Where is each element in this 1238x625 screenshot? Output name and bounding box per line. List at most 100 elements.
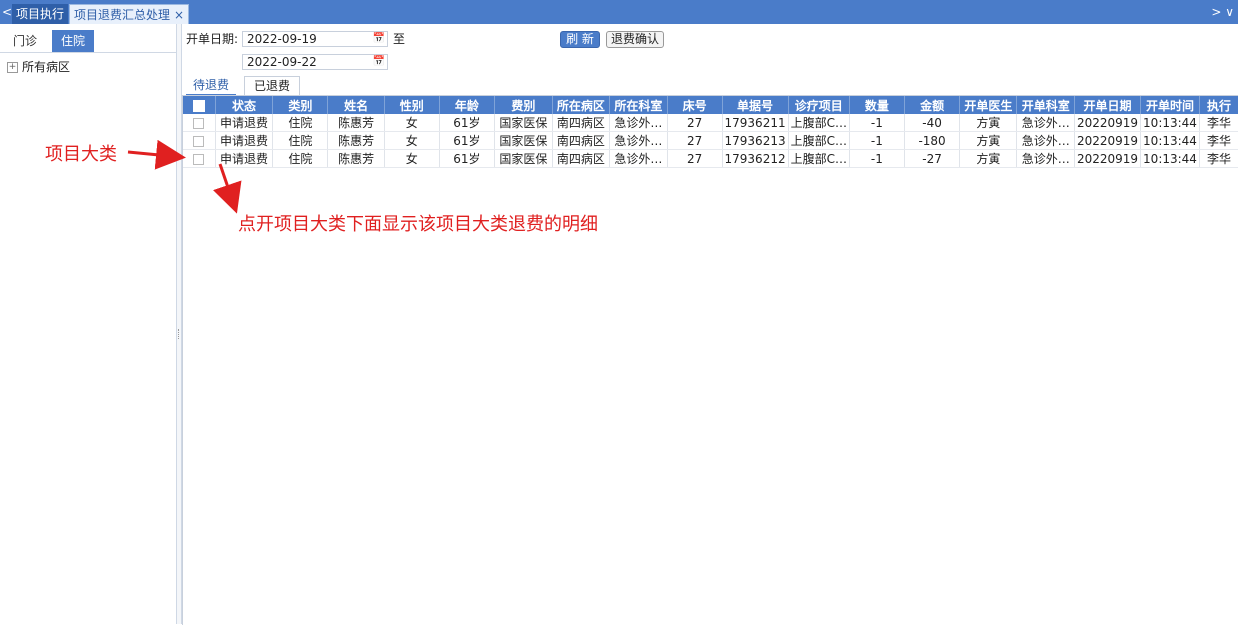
tab-scroll-right-icon[interactable]: > ∨ [1211, 4, 1234, 20]
table-cell: 住院 [272, 114, 329, 132]
close-icon[interactable]: × [174, 5, 184, 25]
table-cell: 住院 [272, 149, 329, 168]
table-cell: 20220919 [1074, 114, 1142, 132]
table-cell: 李华 [1199, 114, 1238, 132]
calendar-icon[interactable]: 📅 [373, 55, 385, 69]
segment-outpatient[interactable]: 门诊 [4, 30, 46, 52]
column-header[interactable]: 状态 [215, 96, 274, 114]
table-cell: 申请退费 [215, 131, 274, 150]
column-header[interactable]: 所在科室 [609, 96, 668, 114]
table-cell: 南四病区 [552, 149, 611, 168]
refund-table: 状态 类别 姓名 性别 年龄 费别 所在病区 所在科室 床号 单据号 诊疗项目 … [183, 96, 1238, 168]
refund-confirm-button[interactable]: 退费确认 [606, 31, 664, 48]
table-cell: 上腹部C… [788, 131, 850, 150]
table-cell: 20220919 [1074, 131, 1142, 150]
tab-project-execution[interactable]: 项目执行 [12, 4, 68, 24]
column-header[interactable]: 姓名 [327, 96, 385, 114]
table-cell: 27 [667, 131, 723, 150]
table-cell: -1 [849, 131, 905, 150]
table-cell: 陈惠芳 [327, 131, 385, 150]
column-header[interactable]: 年龄 [439, 96, 496, 114]
refund-grid: 状态 类别 姓名 性别 年龄 费别 所在病区 所在科室 床号 单据号 诊疗项目 … [182, 95, 1238, 625]
table-cell: 27 [667, 114, 723, 132]
column-header[interactable]: 开单医生 [959, 96, 1018, 114]
column-header[interactable]: 开单时间 [1140, 96, 1200, 114]
to-label: 至 [393, 32, 406, 46]
table-cell: 国家医保 [494, 114, 553, 132]
column-header[interactable]: 费别 [494, 96, 553, 114]
row-select-cell[interactable] [183, 131, 216, 150]
column-header[interactable]: 诊疗项目 [788, 96, 850, 114]
expand-icon[interactable]: + [7, 62, 18, 73]
row-checkbox[interactable] [193, 153, 205, 165]
table-cell: 女 [384, 131, 440, 150]
table-cell: 10:13:44 [1140, 114, 1200, 132]
refresh-button[interactable]: 刷 新 [560, 31, 600, 48]
select-all-header[interactable] [183, 96, 216, 114]
select-all-checkbox[interactable] [192, 99, 205, 112]
row-select-cell[interactable] [183, 149, 216, 168]
divider [0, 52, 176, 53]
calendar-icon[interactable]: 📅 [373, 32, 385, 46]
table-header-row: 状态 类别 姓名 性别 年龄 费别 所在病区 所在科室 床号 单据号 诊疗项目 … [183, 96, 1238, 114]
table-cell: 17936213 [722, 131, 789, 150]
left-panel: 门诊 住院 + 所有病区 [0, 24, 177, 624]
table-cell: 27 [667, 149, 723, 168]
table-cell: 李华 [1199, 149, 1238, 168]
column-header[interactable]: 类别 [272, 96, 329, 114]
table-cell: 方寅 [959, 131, 1018, 150]
tab-refunded[interactable]: 已退费 [244, 76, 300, 95]
column-header[interactable]: 床号 [667, 96, 723, 114]
table-cell: 南四病区 [552, 114, 611, 132]
column-header[interactable]: 开单日期 [1074, 96, 1142, 114]
row-checkbox[interactable] [193, 135, 205, 147]
table-cell: 李华 [1199, 131, 1238, 150]
column-header[interactable]: 性别 [384, 96, 440, 114]
table-cell: 20220919 [1074, 149, 1142, 168]
table-cell: 方寅 [959, 114, 1018, 132]
column-header[interactable]: 开单科室 [1016, 96, 1075, 114]
tree-root-label[interactable]: 所有病区 [22, 60, 70, 74]
start-date-value: 2022-09-19 [247, 32, 317, 46]
table-cell: 上腹部C… [788, 149, 850, 168]
row-select-cell[interactable] [183, 114, 216, 132]
table-cell: 急诊外… [609, 114, 668, 132]
table-cell: 17936212 [722, 149, 789, 168]
table-cell: 急诊外… [609, 149, 668, 168]
tab-refund-summary[interactable]: 项目退费汇总处理 × [69, 4, 189, 24]
grip-icon [178, 329, 181, 339]
column-header[interactable]: 单据号 [722, 96, 789, 114]
ward-tree: + 所有病区 [7, 60, 70, 74]
tab-label: 项目退费汇总处理 [74, 8, 171, 22]
table-cell: -1 [849, 114, 905, 132]
table-cell: -27 [904, 149, 961, 168]
end-date-field[interactable]: 2022-09-22 📅 [242, 54, 388, 70]
column-header[interactable]: 执行 [1199, 96, 1238, 114]
table-cell: 上腹部C… [788, 114, 850, 132]
table-cell: -180 [904, 131, 961, 150]
table-cell: 急诊外… [609, 131, 668, 150]
table-cell: 61岁 [439, 149, 496, 168]
table-cell: 急诊外… [1016, 114, 1075, 132]
column-header[interactable]: 数量 [849, 96, 905, 114]
column-header[interactable]: 所在病区 [552, 96, 611, 114]
table-row[interactable]: 申请退费 住院 陈惠芳女 61岁 国家医保 南四病区 急诊外… 27 17936212 上腹部C…… [183, 149, 1238, 168]
table-row[interactable]: 申请退费 住院 陈惠芳女 61岁 国家医保 南四病区 急诊外… 27 17936213 上腹部C…… [183, 131, 1238, 150]
tab-scroll-left-icon[interactable]: < [2, 4, 12, 20]
column-header[interactable]: 金额 [904, 96, 961, 114]
tab-pending-refund[interactable]: 待退费 [186, 76, 236, 96]
table-row[interactable]: 申请退费 住院 陈惠芳女 61岁 国家医保 南四病区 急诊外… 27 17936211 上腹部C…… [183, 114, 1238, 132]
table-cell: -1 [849, 149, 905, 168]
table-cell: -40 [904, 114, 961, 132]
start-date-field[interactable]: 2022-09-19 📅 [242, 31, 388, 47]
table-cell: 申请退费 [215, 149, 274, 168]
table-cell: 10:13:44 [1140, 149, 1200, 168]
segment-inpatient[interactable]: 住院 [52, 30, 94, 52]
table-cell: 国家医保 [494, 131, 553, 150]
table-cell: 61岁 [439, 131, 496, 150]
tab-label: 项目执行 [16, 7, 65, 21]
annotation-category-label: 项目大类 [45, 144, 117, 165]
table-cell: 住院 [272, 131, 329, 150]
table-cell: 10:13:44 [1140, 131, 1200, 150]
row-checkbox[interactable] [193, 117, 205, 129]
